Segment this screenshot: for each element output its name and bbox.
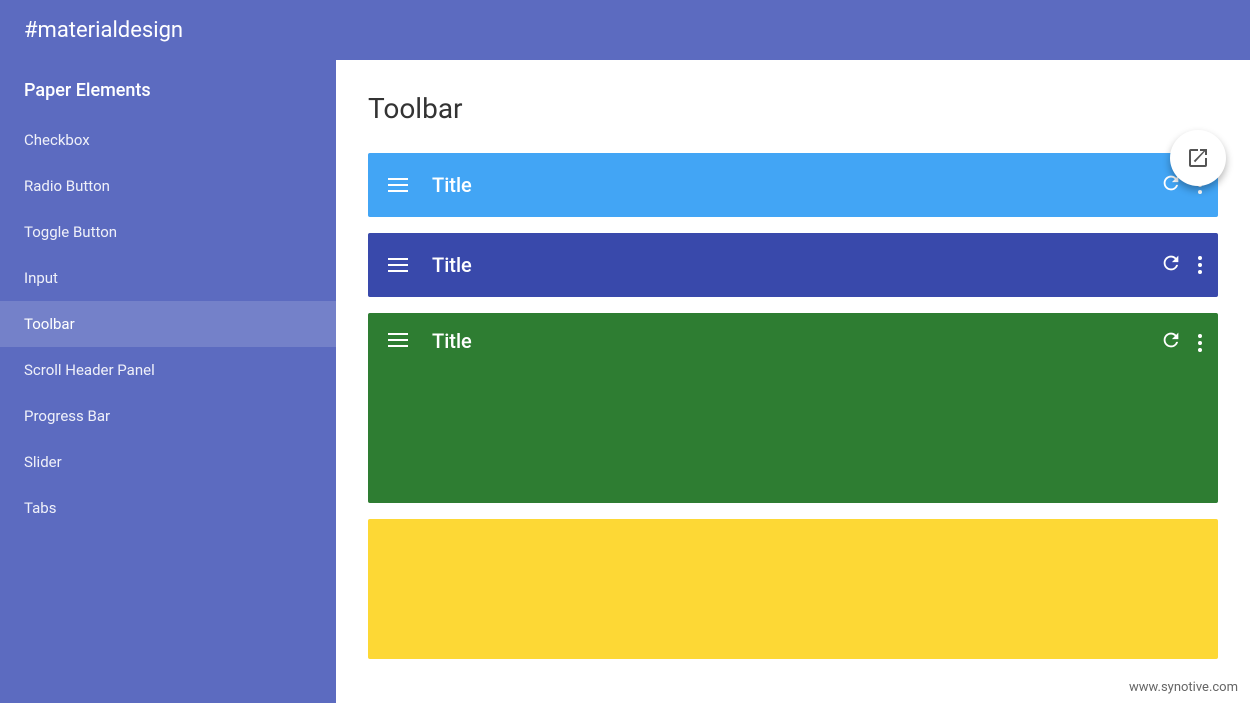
menu-icon-indigo[interactable]: [384, 254, 412, 276]
sidebar-item-input[interactable]: Input: [0, 255, 336, 301]
more-icon-green[interactable]: [1198, 334, 1202, 352]
fab-open-new-button[interactable]: [1170, 130, 1226, 186]
sidebar-item-checkbox[interactable]: Checkbox: [0, 117, 336, 163]
sidebar-item-scroll-header-panel[interactable]: Scroll Header Panel: [0, 347, 336, 393]
sidebar-item-progress-bar[interactable]: Progress Bar: [0, 393, 336, 439]
toolbar-title-blue: Title: [432, 173, 1160, 197]
sidebar-title: Paper Elements: [0, 60, 336, 117]
sidebar-item-radio-button[interactable]: Radio Button: [0, 163, 336, 209]
sidebar-item-slider[interactable]: Slider: [0, 439, 336, 485]
menu-icon-green[interactable]: [384, 329, 412, 351]
toolbar-yellow: [368, 519, 1218, 659]
sidebar-item-tabs[interactable]: Tabs: [0, 485, 336, 531]
refresh-icon-green[interactable]: [1160, 329, 1182, 356]
sidebar-item-toggle-button[interactable]: Toggle Button: [0, 209, 336, 255]
toolbar-indigo: Title: [368, 233, 1218, 297]
toolbar-actions-indigo: [1160, 252, 1202, 279]
toolbar-actions-green: [1160, 329, 1202, 356]
more-icon-indigo[interactable]: [1198, 256, 1202, 274]
content-title: Toolbar: [368, 92, 1218, 125]
app-title: #materialdesign: [24, 18, 183, 43]
main-container: Paper Elements Checkbox Radio Button Tog…: [0, 60, 1250, 703]
top-header: #materialdesign: [0, 0, 1250, 60]
toolbar-green: Title: [368, 313, 1218, 503]
footer-text: www.synotive.com: [1129, 680, 1238, 695]
menu-icon-blue[interactable]: [384, 174, 412, 196]
sidebar: Paper Elements Checkbox Radio Button Tog…: [0, 60, 336, 703]
toolbar-blue: Title: [368, 153, 1218, 217]
content-area: Toolbar Title Title: [336, 60, 1250, 703]
toolbar-title-indigo: Title: [432, 253, 1160, 277]
refresh-icon-indigo[interactable]: [1160, 252, 1182, 279]
sidebar-item-toolbar[interactable]: Toolbar: [0, 301, 336, 347]
toolbar-title-green: Title: [432, 329, 1160, 353]
